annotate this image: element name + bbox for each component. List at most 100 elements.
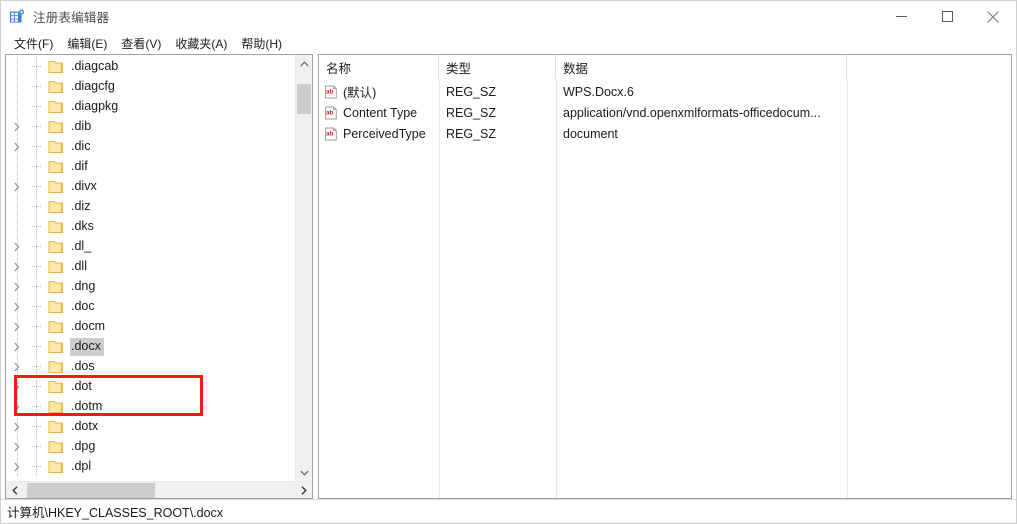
tree-indent [6, 237, 48, 257]
tree-vertical-scrollbar[interactable] [295, 55, 312, 481]
tree-item-dos[interactable]: .dos [6, 357, 295, 377]
tree-hscroll-thumb[interactable] [27, 482, 155, 498]
menu-file[interactable]: 文件(F) [7, 33, 60, 54]
tree-stub-line [32, 266, 41, 267]
minimize-button[interactable] [878, 1, 924, 32]
folder-icon [48, 200, 64, 214]
chevron-right-icon[interactable] [11, 281, 23, 293]
folder-icon [48, 80, 64, 94]
tree-hscroll-track[interactable] [23, 482, 295, 499]
tree-item-dif[interactable]: .dif [6, 157, 295, 177]
menu-favorites[interactable]: 收藏夹(A) [168, 33, 234, 54]
folder-icon [48, 120, 64, 134]
tree-stub-line [32, 286, 41, 287]
tree-item-dng[interactable]: .dng [6, 277, 295, 297]
tree-indent [6, 397, 48, 417]
menu-bar: 文件(F) 编辑(E) 查看(V) 收藏夹(A) 帮助(H) [1, 32, 1016, 54]
tree-item-label: .dos [71, 359, 95, 373]
tree-indent [6, 77, 48, 97]
chevron-right-icon[interactable] [11, 361, 23, 373]
tree-item-label: .dks [71, 219, 94, 233]
tree-item-dotx[interactable]: .dotx [6, 417, 295, 437]
tree-item-docx[interactable]: .docx [6, 337, 295, 357]
value-row[interactable]: ab Content Type REG_SZ application/vnd.open… [319, 102, 1011, 123]
tree-item-dks[interactable]: .dks [6, 217, 295, 237]
scroll-right-button[interactable] [295, 482, 312, 499]
tree-guide-line [36, 257, 37, 277]
tree-item-dot[interactable]: .dot [6, 377, 295, 397]
column-header-data[interactable]: 数据 [556, 55, 847, 79]
tree-indent [6, 277, 48, 297]
close-button[interactable] [970, 1, 1016, 32]
tree-stub-line [32, 466, 41, 467]
column-header-type[interactable]: 类型 [439, 55, 556, 79]
folder-icon [48, 340, 64, 354]
registry-key-tree[interactable]: .diagcab .diagcfg .diagpkg .dib .dic .dif .div… [6, 55, 295, 481]
chevron-right-icon[interactable] [11, 461, 23, 473]
tree-guide-line [17, 157, 18, 177]
tree-scroll-track[interactable] [296, 72, 312, 464]
menu-edit[interactable]: 编辑(E) [60, 33, 114, 54]
chevron-right-icon[interactable] [11, 341, 23, 353]
scroll-down-button[interactable] [296, 464, 312, 481]
folder-icon [48, 400, 64, 414]
tree-item-dic[interactable]: .dic [6, 137, 295, 157]
tree-horizontal-scrollbar[interactable] [6, 481, 312, 498]
tree-item-dotm[interactable]: .dotm [6, 397, 295, 417]
column-header-name[interactable]: 名称 [319, 55, 439, 79]
registry-values-list[interactable]: ab (默认) REG_SZ WPS.Docx.6 ab Content Type REG_… [319, 79, 1011, 498]
chevron-right-icon[interactable] [11, 381, 23, 393]
chevron-right-icon[interactable] [11, 181, 23, 193]
tree-item-diagcab[interactable]: .diagcab [6, 57, 295, 77]
value-data-cell: application/vnd.openxmlformats-officedoc… [563, 105, 821, 120]
chevron-right-icon[interactable] [11, 261, 23, 273]
value-name-cell: ab PerceivedType [319, 127, 439, 141]
tree-item-doc[interactable]: .doc [6, 297, 295, 317]
value-data-cell: WPS.Docx.6 [563, 84, 634, 99]
tree-stub-line [32, 326, 41, 327]
tree-item-dll[interactable]: .dll [6, 257, 295, 277]
tree-item-dpg[interactable]: .dpg [6, 437, 295, 457]
tree-stub-line [32, 366, 41, 367]
scroll-left-button[interactable] [6, 482, 23, 499]
tree-guide-line [36, 397, 37, 417]
chevron-right-icon[interactable] [11, 241, 23, 253]
maximize-button[interactable] [924, 1, 970, 32]
tree-indent [6, 97, 48, 117]
chevron-right-icon[interactable] [11, 321, 23, 333]
tree-item-dib[interactable]: .dib [6, 117, 295, 137]
tree-indent [6, 337, 48, 357]
value-row[interactable]: ab PerceivedType REG_SZ document [319, 123, 1011, 144]
tree-stub-line [32, 386, 41, 387]
tree-item-diagcfg[interactable]: .diagcfg [6, 77, 295, 97]
tree-stub-line [32, 86, 41, 87]
chevron-right-icon[interactable] [11, 401, 23, 413]
chevron-right-icon[interactable] [11, 301, 23, 313]
value-name-label: Content Type [343, 105, 418, 120]
string-value-icon: ab [324, 106, 338, 120]
chevron-right-icon[interactable] [11, 421, 23, 433]
tree-item-diagpkg[interactable]: .diagpkg [6, 97, 295, 117]
scroll-up-button[interactable] [296, 55, 312, 72]
tree-item-label: .diagcab [71, 59, 119, 73]
tree-indent [6, 177, 48, 197]
tree-item-dpl[interactable]: .dpl [6, 457, 295, 477]
tree-item-docm[interactable]: .docm [6, 317, 295, 337]
tree-item-divx[interactable]: .divx [6, 177, 295, 197]
folder-icon [48, 460, 64, 474]
chevron-right-icon[interactable] [11, 121, 23, 133]
tree-stub-line [32, 246, 41, 247]
value-type-cell: REG_SZ [446, 126, 497, 141]
tree-item-dl[interactable]: .dl_ [6, 237, 295, 257]
tree-guide-line [17, 217, 18, 237]
tree-guide-line [36, 237, 37, 257]
tree-item-label: .divx [71, 179, 97, 193]
chevron-right-icon[interactable] [11, 441, 23, 453]
menu-help[interactable]: 帮助(H) [234, 33, 289, 54]
title-bar: 注册表编辑器 [1, 1, 1016, 32]
tree-scroll-thumb[interactable] [297, 84, 311, 114]
value-row[interactable]: ab (默认) REG_SZ WPS.Docx.6 [319, 81, 1011, 102]
tree-item-diz[interactable]: .diz [6, 197, 295, 217]
menu-view[interactable]: 查看(V) [114, 33, 168, 54]
chevron-right-icon[interactable] [11, 141, 23, 153]
